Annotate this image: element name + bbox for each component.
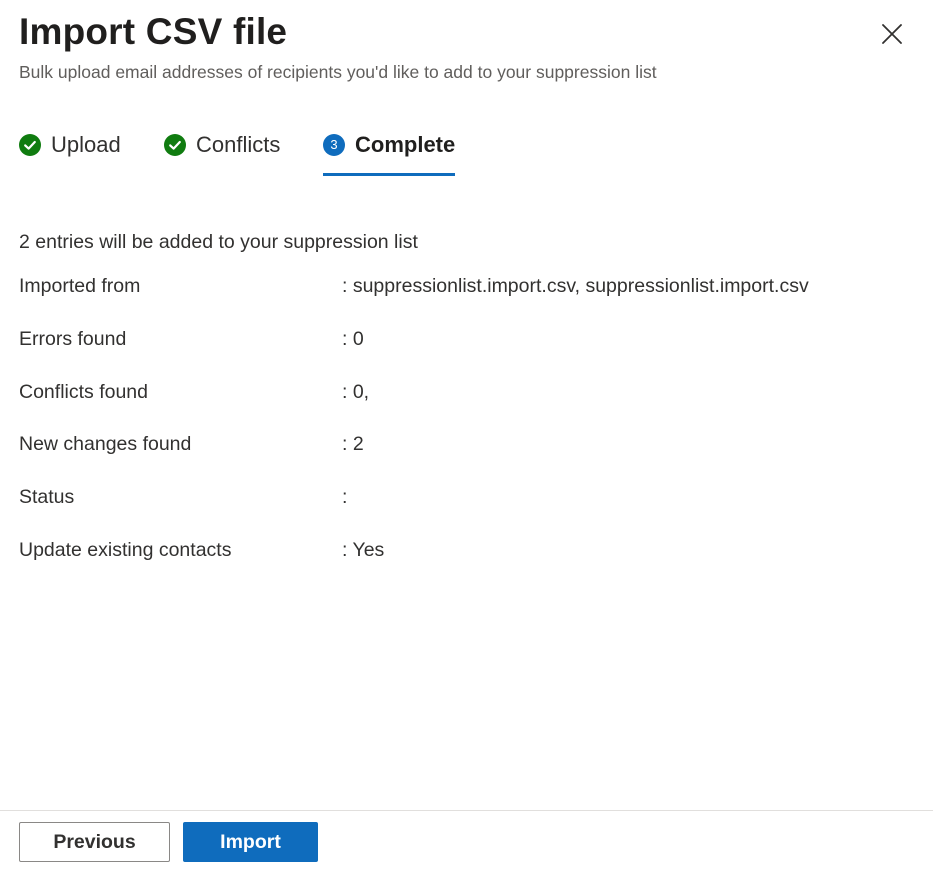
step-conflicts[interactable]: Conflicts [164,126,323,164]
previous-button[interactable]: Previous [19,822,170,862]
footer-divider [0,810,933,811]
summary-text: 2 entries will be added to your suppress… [19,231,418,253]
step-label-upload: Upload [51,132,121,157]
step-label-conflicts: Conflicts [196,132,281,157]
check-circle-icon [19,134,41,156]
close-icon [882,24,902,44]
detail-value: : [342,486,348,509]
detail-label: Status [19,486,75,509]
detail-label: Update existing contacts [19,538,232,561]
step-complete[interactable]: 3 Complete [323,126,456,176]
detail-value: : 2 [342,433,364,456]
detail-label: Errors found [19,327,127,350]
detail-value: : 0 [342,327,364,350]
detail-label: Conflicts found [19,380,148,403]
step-number-badge: 3 [323,134,345,156]
panel-subtitle: Bulk upload email addresses of recipient… [19,62,657,82]
detail-label: New changes found [19,433,192,456]
wizard-steps: Upload Conflicts 3 Complete [19,126,456,178]
detail-value: : 0, [342,380,370,403]
step-upload[interactable]: Upload [19,126,164,164]
step-label-complete: Complete [355,132,456,157]
check-circle-icon [164,134,186,156]
detail-value: : Yes [342,538,385,561]
detail-label: Imported from [19,275,141,297]
import-button[interactable]: Import [183,822,318,862]
panel-title: Import CSV file [19,11,288,52]
detail-value: : suppressionlist.import.csv, suppressio… [342,275,809,297]
close-button[interactable] [874,17,910,51]
